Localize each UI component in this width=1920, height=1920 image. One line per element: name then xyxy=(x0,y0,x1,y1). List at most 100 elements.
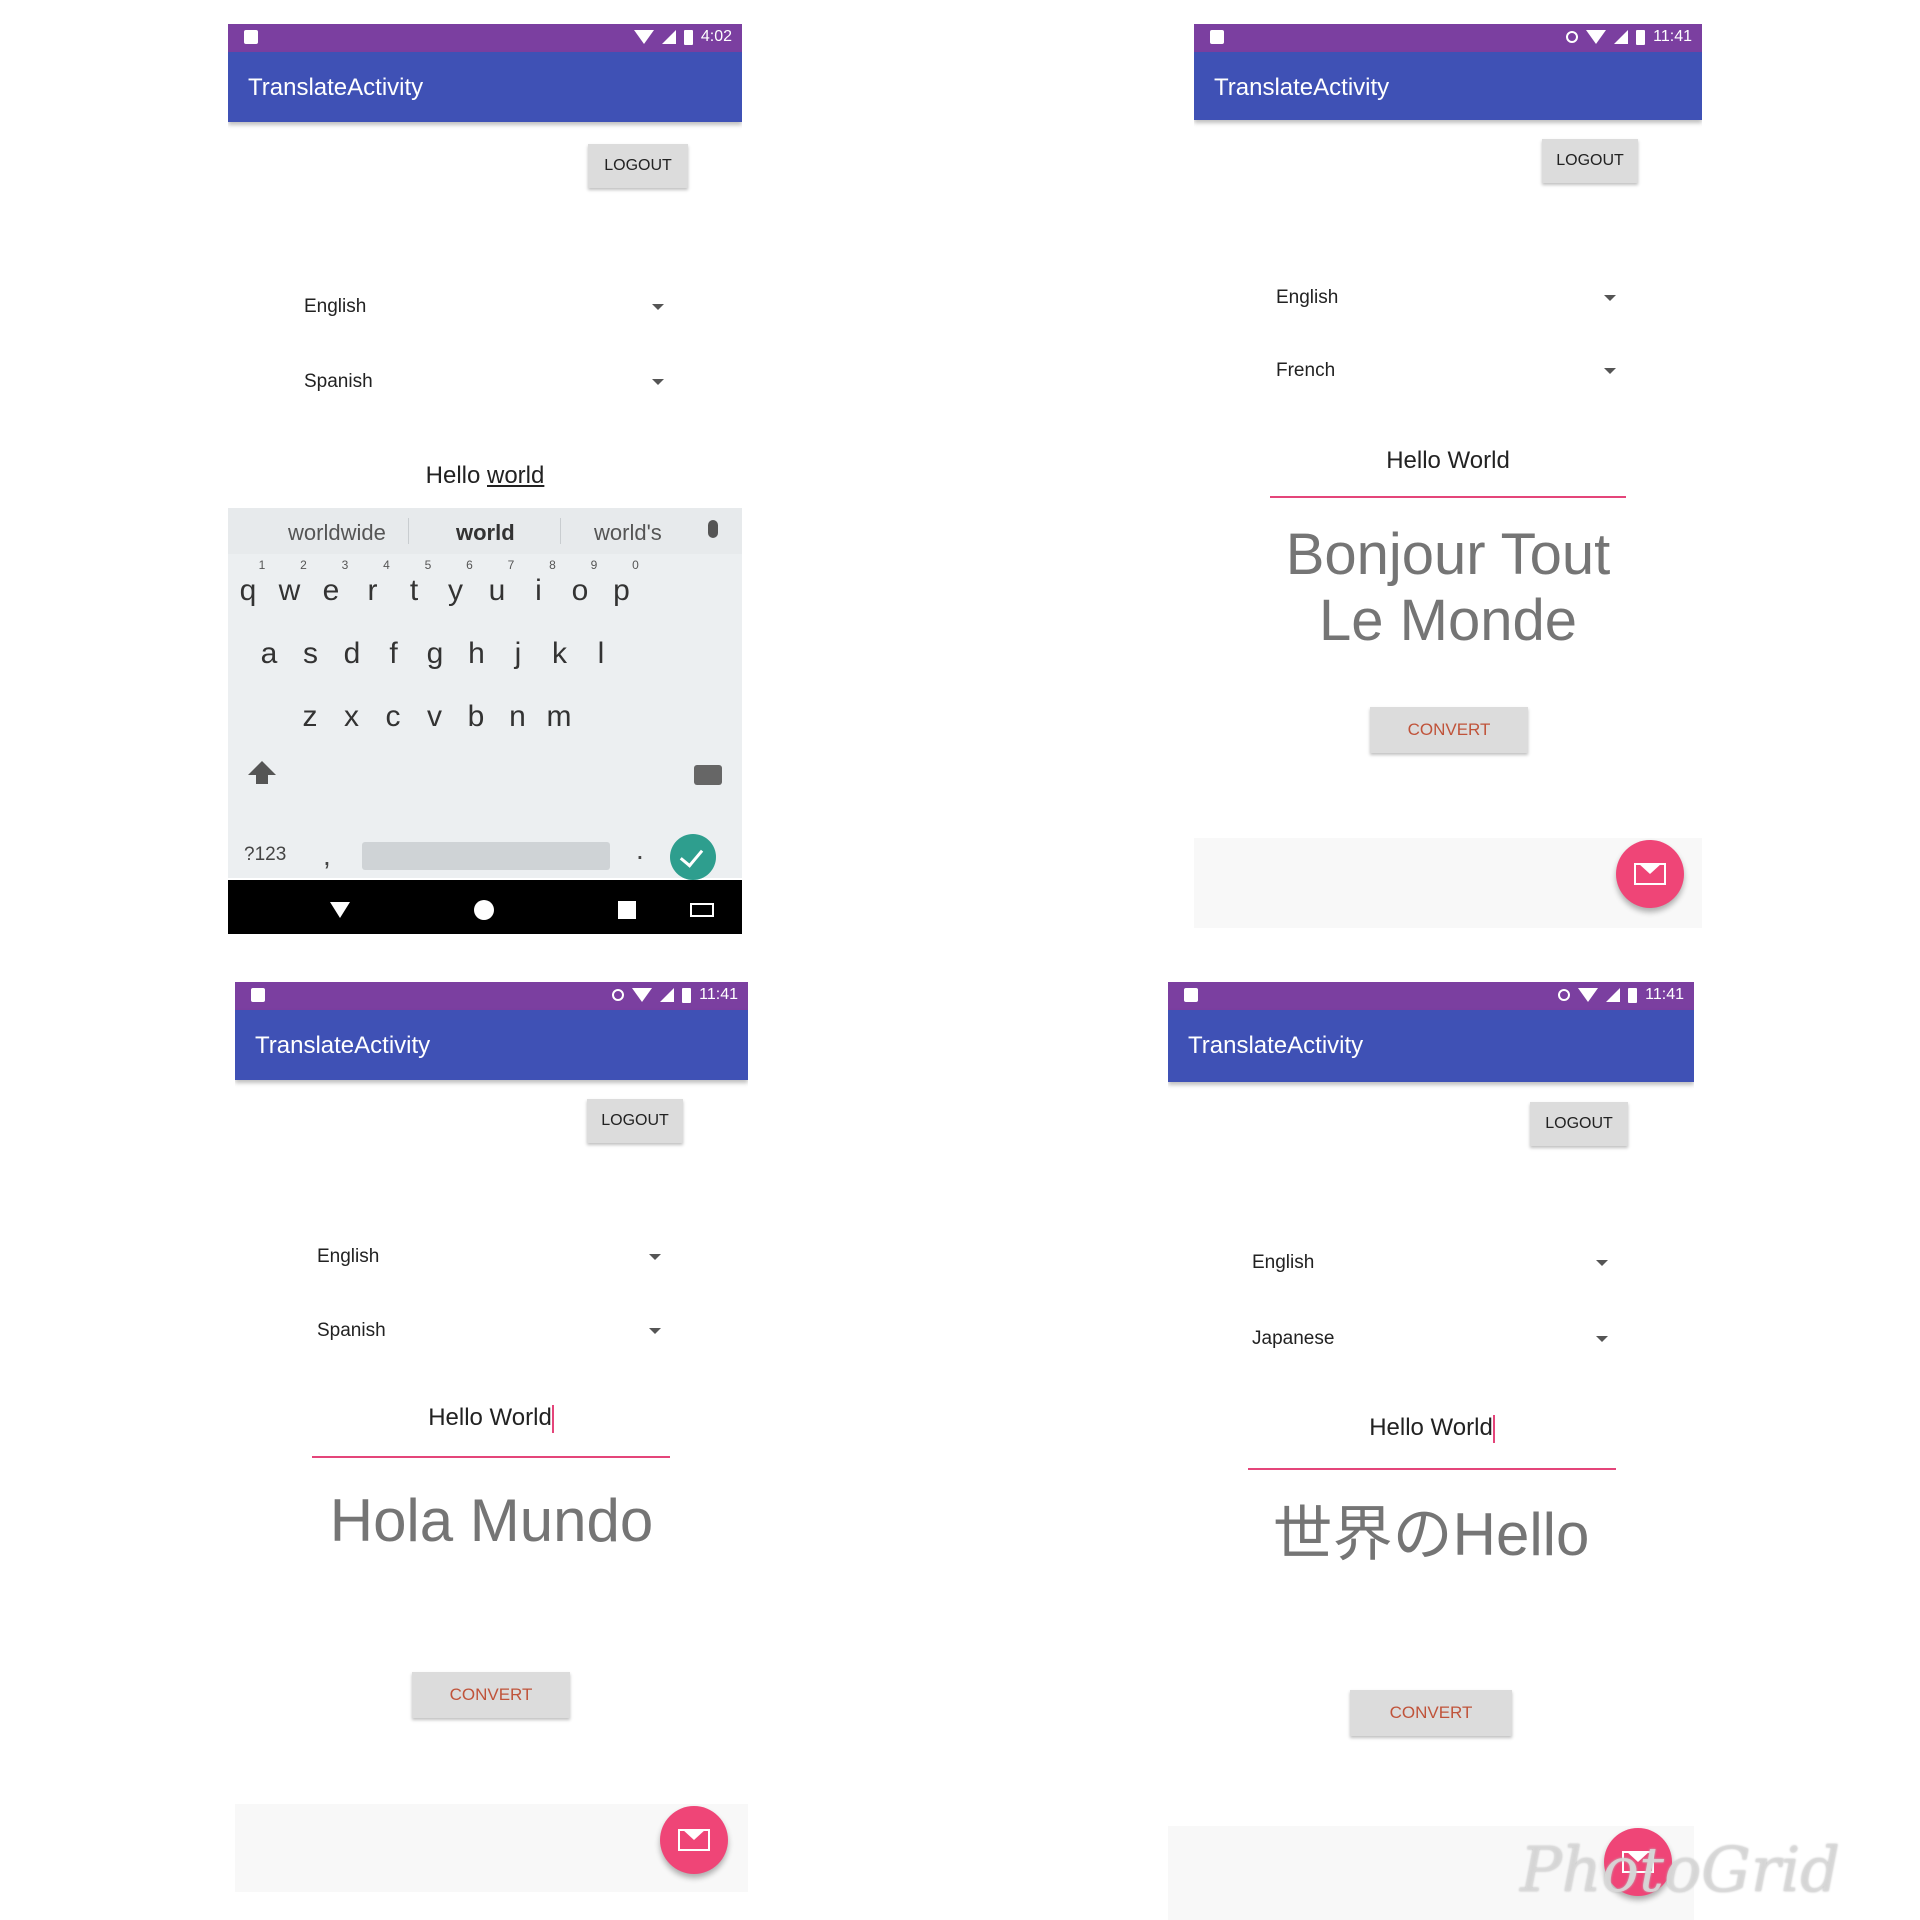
shift-key-stem xyxy=(256,774,268,784)
source-text-input[interactable]: Hello world xyxy=(228,462,742,490)
source-text-input[interactable]: Hello World xyxy=(1248,1414,1616,1443)
microphone-icon[interactable] xyxy=(708,520,718,538)
key-letter[interactable]: f xyxy=(374,637,414,671)
mail-fab[interactable] xyxy=(1616,840,1684,908)
to-language-spinner[interactable]: Spanish xyxy=(304,371,664,393)
key-letter[interactable]: q xyxy=(228,574,268,608)
suggestion-divider xyxy=(560,518,561,544)
signal-icon xyxy=(1614,30,1629,44)
to-language-spinner[interactable]: French xyxy=(1276,360,1616,382)
logout-button[interactable]: LOGOUT xyxy=(587,1099,683,1143)
key-number-hint: 1 xyxy=(258,558,266,572)
mail-fab[interactable] xyxy=(660,1806,728,1874)
key-letter[interactable]: d xyxy=(332,637,372,671)
chevron-down-icon xyxy=(1596,1260,1608,1266)
convert-button[interactable]: CONVERT xyxy=(1370,707,1528,753)
key-letter[interactable]: g xyxy=(415,637,455,671)
key-letter[interactable]: i xyxy=(519,574,559,608)
suggestion-item[interactable]: worldwide xyxy=(288,520,386,546)
phone-panel-3: 11:41 TranslateActivity LOGOUT English S… xyxy=(235,982,748,1892)
key-letter[interactable]: a xyxy=(249,637,289,671)
key-number-hint: 0 xyxy=(632,558,639,572)
status-bar: 11:41 xyxy=(1194,24,1702,52)
app-title: TranslateActivity xyxy=(248,74,424,101)
space-bar[interactable] xyxy=(362,842,610,870)
key-letter[interactable]: v xyxy=(415,700,455,734)
source-text-input[interactable]: Hello World xyxy=(1270,447,1626,475)
key-letter[interactable]: c xyxy=(373,700,413,734)
key-letter[interactable]: k xyxy=(540,637,580,671)
period-key[interactable]: . xyxy=(636,834,644,866)
key-letter[interactable]: l xyxy=(581,637,621,671)
key-letter[interactable]: m xyxy=(539,700,579,734)
status-time: 11:41 xyxy=(699,986,738,1003)
input-underline xyxy=(1248,1468,1616,1470)
done-key[interactable] xyxy=(670,834,716,880)
suggestion-item[interactable]: world's xyxy=(594,520,662,546)
recents-icon[interactable] xyxy=(618,901,636,919)
from-language-spinner[interactable]: English xyxy=(304,296,664,318)
image-icon xyxy=(1210,30,1224,44)
key-letter[interactable]: n xyxy=(498,700,538,734)
input-text-plain: Hello xyxy=(425,462,487,489)
convert-button[interactable]: CONVERT xyxy=(1350,1690,1512,1736)
comma-key[interactable]: , xyxy=(323,840,331,872)
home-icon[interactable] xyxy=(474,900,494,920)
convert-button[interactable]: CONVERT xyxy=(412,1672,570,1718)
key-number-hint: 7 xyxy=(507,558,515,572)
key-letter[interactable]: r xyxy=(353,574,393,608)
key-letter[interactable]: t xyxy=(394,574,434,608)
signal-icon xyxy=(661,30,676,44)
from-language-spinner[interactable]: English xyxy=(1252,1252,1608,1274)
to-language-spinner[interactable]: Spanish xyxy=(317,1320,661,1342)
chevron-down-icon xyxy=(652,379,664,385)
chevron-down-icon xyxy=(1604,368,1616,374)
key-letter[interactable]: s xyxy=(291,637,331,671)
navigation-bar xyxy=(228,880,742,934)
signal-icon xyxy=(660,988,675,1002)
key-letter[interactable]: e xyxy=(311,574,351,608)
from-language-label: English xyxy=(1252,1252,1315,1273)
from-language-spinner[interactable]: English xyxy=(1276,287,1616,309)
status-bar: 11:41 xyxy=(235,982,748,1010)
check-icon xyxy=(679,843,704,868)
from-language-spinner[interactable]: English xyxy=(317,1246,661,1268)
to-language-spinner[interactable]: Japanese xyxy=(1252,1328,1608,1350)
key-letter[interactable]: z xyxy=(290,700,330,734)
key-letter[interactable]: u xyxy=(477,574,517,608)
battery-icon xyxy=(682,987,692,1003)
key-letter[interactable]: o xyxy=(560,574,600,608)
key-letter[interactable]: j xyxy=(498,637,538,671)
logout-button[interactable]: LOGOUT xyxy=(1530,1102,1628,1146)
input-text-composing: world xyxy=(487,462,545,489)
key-letter[interactable]: h xyxy=(457,637,497,671)
battery-icon xyxy=(683,29,693,45)
key-letter[interactable]: w xyxy=(270,574,310,608)
key-letter[interactable]: y xyxy=(436,574,476,608)
app-bar: TranslateActivity xyxy=(1168,1010,1694,1082)
keyboard-switch-icon[interactable] xyxy=(690,903,714,917)
text-cursor xyxy=(551,1404,554,1433)
sd-card-icon xyxy=(244,30,258,44)
from-language-label: English xyxy=(1276,287,1339,308)
status-bar: 4:02 xyxy=(228,24,742,52)
soft-keyboard: worldwide world world's 1 q 2 w 3 e 4 r 5 t 6 y 7 u 8 i… xyxy=(228,508,742,880)
suggestion-item[interactable]: world xyxy=(456,520,515,546)
image-icon xyxy=(251,988,265,1002)
to-language-label: Spanish xyxy=(304,371,373,392)
shift-key-icon[interactable] xyxy=(248,761,276,775)
key-letter[interactable]: b xyxy=(456,700,496,734)
translation-line-2: Le Monde xyxy=(1319,588,1577,653)
key-letter[interactable]: p xyxy=(602,574,642,608)
logout-button[interactable]: LOGOUT xyxy=(588,144,688,188)
symbols-key[interactable]: ?123 xyxy=(244,844,286,866)
text-cursor xyxy=(1492,1414,1495,1443)
app-title: TranslateActivity xyxy=(1188,1032,1364,1059)
chevron-down-icon xyxy=(1604,295,1616,301)
wifi-icon xyxy=(1578,988,1599,1002)
key-letter[interactable]: x xyxy=(332,700,372,734)
backspace-icon[interactable] xyxy=(694,765,722,785)
logout-button[interactable]: LOGOUT xyxy=(1542,139,1638,183)
source-text-input[interactable]: Hello World xyxy=(312,1404,670,1433)
back-icon[interactable] xyxy=(330,902,350,918)
